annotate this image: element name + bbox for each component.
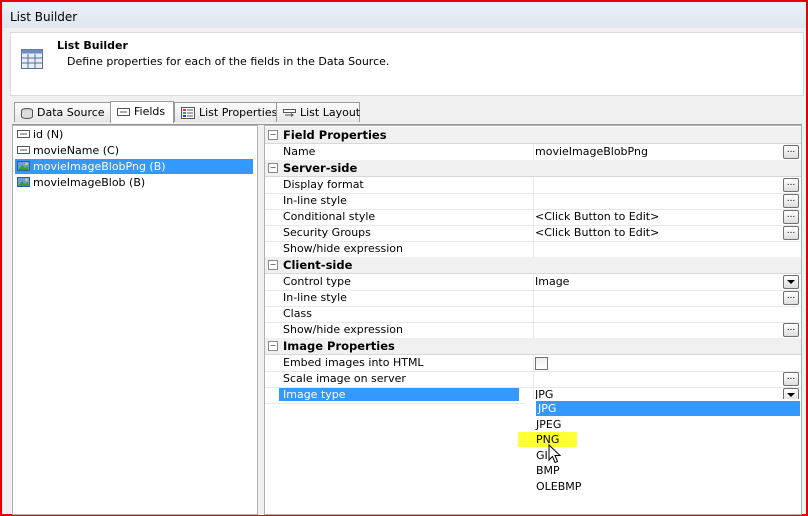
header-panel: List Builder Define properties for each … [10, 32, 804, 96]
dropdown-arrow-icon[interactable] [783, 275, 799, 289]
field-item-movieimageblob[interactable]: movieImageBlob (B) [15, 175, 253, 190]
header-title: List Builder [57, 39, 128, 52]
tab-list-layout-label: List Layout [300, 106, 361, 119]
field-item-label: movieName (C) [33, 144, 119, 157]
window-title: List Builder [10, 10, 78, 24]
dropdown-option-jpg[interactable]: JPG [536, 401, 800, 416]
property-row-show-hide[interactable]: Show/hide expression [265, 241, 801, 258]
property-row-inline-style[interactable]: In-line style ... [265, 193, 801, 210]
field-list[interactable]: id (N) movieName (C) movieImageBlobPng (… [12, 125, 258, 515]
property-label: Display format [283, 178, 364, 191]
property-row-name[interactable]: Name movieImageBlobPng ... [265, 144, 801, 161]
property-label: Image type [279, 388, 519, 401]
field-icon [117, 108, 130, 116]
property-label: Control type [283, 275, 351, 288]
category-image-properties[interactable]: − Image Properties [265, 338, 801, 355]
tab-fields[interactable]: Fields [110, 101, 174, 123]
text-field-icon [17, 130, 30, 138]
dropdown-option-olebmp[interactable]: OLEBMP [536, 479, 581, 494]
ellipsis-button[interactable]: ... [783, 323, 799, 337]
ellipsis-button[interactable]: ... [783, 178, 799, 192]
property-label: Scale image on server [283, 372, 406, 385]
category-title: Field Properties [283, 128, 387, 142]
field-item-movieimageblobpng[interactable]: movieImageBlobPng (B) [15, 159, 253, 174]
tab-list-properties-label: List Properties [199, 106, 278, 119]
property-row-conditional-style[interactable]: Conditional style <Click Button to Edit>… [265, 209, 801, 226]
ellipsis-button[interactable]: ... [783, 372, 799, 386]
property-label: Show/hide expression [283, 323, 403, 336]
category-server-side[interactable]: − Server-side [265, 160, 801, 177]
database-icon [21, 107, 33, 119]
header-description: Define properties for each of the fields… [67, 55, 390, 68]
tab-fields-label: Fields [134, 105, 166, 118]
embed-images-checkbox[interactable] [535, 357, 548, 370]
field-item-label: movieImageBlobPng (B) [33, 160, 166, 173]
ellipsis-button[interactable]: ... [783, 210, 799, 224]
category-field-properties[interactable]: − Field Properties [265, 127, 801, 144]
image-field-icon [17, 177, 30, 187]
property-label: Security Groups [283, 226, 371, 239]
collapse-icon[interactable]: − [268, 341, 278, 351]
field-item-label: id (N) [33, 128, 64, 141]
property-row-client-inline-style[interactable]: In-line style ... [265, 290, 801, 307]
property-row-display-format[interactable]: Display format ... [265, 177, 801, 194]
image-field-icon [17, 161, 30, 171]
properties-icon [181, 107, 195, 119]
tab-data-source-label: Data Source [37, 106, 105, 119]
tab-list-properties[interactable]: List Properties [174, 102, 278, 122]
collapse-icon[interactable]: − [268, 130, 278, 140]
property-row-security-groups[interactable]: Security Groups <Click Button to Edit> .… [265, 225, 801, 242]
property-value[interactable]: <Click Button to Edit> [535, 226, 659, 239]
property-value[interactable]: Image [535, 275, 569, 288]
tab-data-source[interactable]: Data Source [14, 102, 111, 122]
image-type-dropdown-list[interactable]: JPG JPEG PNG GIF BMP OLEBMP [518, 399, 800, 495]
property-row-client-show-hide[interactable]: Show/hide expression ... [265, 322, 801, 339]
collapse-icon[interactable]: − [268, 163, 278, 173]
property-label: Show/hide expression [283, 242, 403, 255]
layout-icon [283, 108, 296, 117]
text-field-icon [17, 146, 30, 154]
list-builder-window: List Builder List Builder Define propert… [0, 0, 808, 516]
property-label: In-line style [283, 194, 347, 207]
tab-list-layout[interactable]: List Layout [276, 102, 360, 122]
dropdown-option-jpeg[interactable]: JPEG [536, 417, 561, 432]
property-row-scale-image[interactable]: Scale image on server ... [265, 371, 801, 388]
ellipsis-button[interactable]: ... [783, 194, 799, 208]
property-row-control-type[interactable]: Control type Image [265, 274, 801, 291]
field-item-label: movieImageBlob (B) [33, 176, 146, 189]
property-label: Name [283, 145, 316, 158]
list-builder-icon [21, 49, 43, 69]
ellipsis-button[interactable]: ... [783, 291, 799, 305]
property-label: Class [283, 307, 312, 320]
field-item-id[interactable]: id (N) [15, 127, 253, 142]
property-value-name[interactable]: movieImageBlobPng [535, 145, 648, 158]
property-value[interactable]: <Click Button to Edit> [535, 210, 659, 223]
dropdown-option-bmp[interactable]: BMP [536, 463, 560, 478]
category-title: Client-side [283, 258, 353, 272]
ellipsis-button[interactable]: ... [783, 226, 799, 240]
category-title: Server-side [283, 161, 358, 175]
category-title: Image Properties [283, 339, 395, 353]
property-row-class[interactable]: Class [265, 306, 801, 323]
field-item-moviename[interactable]: movieName (C) [15, 143, 253, 158]
property-row-embed-images[interactable]: Embed images into HTML [265, 355, 801, 372]
property-label: Embed images into HTML [283, 356, 424, 369]
collapse-icon[interactable]: − [268, 260, 278, 270]
mouse-cursor-icon [548, 444, 562, 464]
title-bar: List Builder [2, 2, 806, 28]
property-label: Conditional style [283, 210, 376, 223]
category-client-side[interactable]: − Client-side [265, 257, 801, 274]
property-label: In-line style [283, 291, 347, 304]
ellipsis-button[interactable]: ... [783, 145, 799, 159]
